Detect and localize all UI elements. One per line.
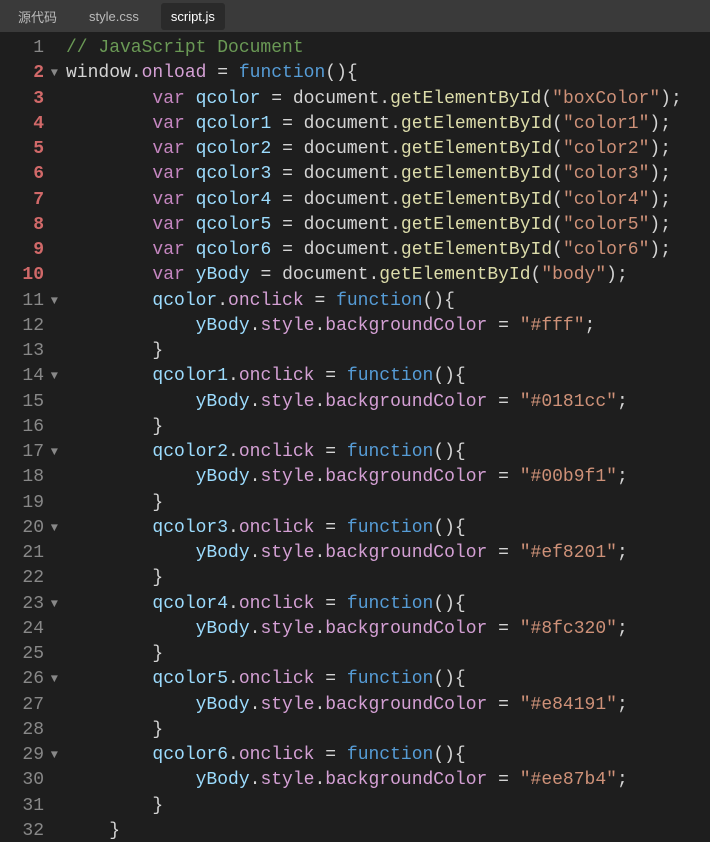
fold-icon[interactable]: ▼: [51, 364, 58, 389]
fold-icon[interactable]: ▼: [51, 61, 58, 86]
line-number: 18: [0, 465, 60, 490]
code-line[interactable]: }: [66, 566, 710, 591]
line-number: 12: [0, 314, 60, 339]
tab-bar: 源代码 style.css script.js: [0, 0, 710, 32]
line-number: 8: [0, 213, 60, 238]
line-number: 13: [0, 339, 60, 364]
line-number: 16: [0, 415, 60, 440]
line-number: 29▼: [0, 743, 60, 768]
line-number: 9: [0, 238, 60, 263]
code-line[interactable]: qcolor5.onclick = function(){: [66, 667, 710, 692]
code-line[interactable]: }: [66, 794, 710, 819]
code-line[interactable]: var qcolor4 = document.getElementById("c…: [66, 188, 710, 213]
code-line[interactable]: qcolor3.onclick = function(){: [66, 516, 710, 541]
code-line[interactable]: var qcolor2 = document.getElementById("c…: [66, 137, 710, 162]
code-line[interactable]: yBody.style.backgroundColor = "#00b9f1";: [66, 465, 710, 490]
line-number: 1: [0, 36, 60, 61]
line-number: 11▼: [0, 289, 60, 314]
line-number: 27: [0, 693, 60, 718]
code-line[interactable]: var qcolor = document.getElementById("bo…: [66, 87, 710, 112]
fold-icon[interactable]: ▼: [51, 592, 58, 617]
code-line[interactable]: qcolor6.onclick = function(){: [66, 743, 710, 768]
line-number: 5: [0, 137, 60, 162]
code-editor[interactable]: 12▼34567891011▼121314▼151617▼181920▼2122…: [0, 32, 710, 842]
line-number: 15: [0, 390, 60, 415]
code-line[interactable]: qcolor2.onclick = function(){: [66, 440, 710, 465]
code-line[interactable]: }: [66, 415, 710, 440]
code-line[interactable]: }: [66, 491, 710, 516]
code-line[interactable]: qcolor4.onclick = function(){: [66, 592, 710, 617]
line-number: 28: [0, 718, 60, 743]
fold-icon[interactable]: ▼: [51, 289, 58, 314]
line-number: 23▼: [0, 592, 60, 617]
line-number: 22: [0, 566, 60, 591]
line-number: 10: [0, 263, 60, 288]
fold-icon[interactable]: ▼: [51, 667, 58, 692]
code-line[interactable]: yBody.style.backgroundColor = "#e84191";: [66, 693, 710, 718]
line-number: 21: [0, 541, 60, 566]
tab-script[interactable]: script.js: [161, 3, 225, 30]
code-line[interactable]: var qcolor6 = document.getElementById("c…: [66, 238, 710, 263]
tab-style[interactable]: style.css: [79, 3, 149, 30]
line-number: 30: [0, 768, 60, 793]
tab-source[interactable]: 源代码: [8, 1, 67, 32]
line-number: 20▼: [0, 516, 60, 541]
code-line[interactable]: yBody.style.backgroundColor = "#ee87b4";: [66, 768, 710, 793]
code-line[interactable]: yBody.style.backgroundColor = "#0181cc";: [66, 390, 710, 415]
line-number: 26▼: [0, 667, 60, 692]
code-area[interactable]: // JavaScript Documentwindow.onload = fu…: [60, 32, 710, 842]
line-number: 32: [0, 819, 60, 842]
line-number: 25: [0, 642, 60, 667]
code-line[interactable]: }: [66, 819, 710, 842]
gutter: 12▼34567891011▼121314▼151617▼181920▼2122…: [0, 32, 60, 842]
line-number: 3: [0, 87, 60, 112]
line-number: 19: [0, 491, 60, 516]
line-number: 2▼: [0, 61, 60, 86]
line-number: 17▼: [0, 440, 60, 465]
code-line[interactable]: qcolor1.onclick = function(){: [66, 364, 710, 389]
code-line[interactable]: var yBody = document.getElementById("bod…: [66, 263, 710, 288]
line-number: 14▼: [0, 364, 60, 389]
code-line[interactable]: var qcolor5 = document.getElementById("c…: [66, 213, 710, 238]
code-line[interactable]: yBody.style.backgroundColor = "#ef8201";: [66, 541, 710, 566]
line-number: 6: [0, 162, 60, 187]
fold-icon[interactable]: ▼: [51, 516, 58, 541]
code-line[interactable]: var qcolor1 = document.getElementById("c…: [66, 112, 710, 137]
fold-icon[interactable]: ▼: [51, 440, 58, 465]
code-line[interactable]: }: [66, 718, 710, 743]
code-line[interactable]: }: [66, 642, 710, 667]
code-line[interactable]: yBody.style.backgroundColor = "#fff";: [66, 314, 710, 339]
line-number: 7: [0, 188, 60, 213]
code-line[interactable]: qcolor.onclick = function(){: [66, 289, 710, 314]
line-number: 24: [0, 617, 60, 642]
line-number: 4: [0, 112, 60, 137]
code-line[interactable]: // JavaScript Document: [66, 36, 710, 61]
fold-icon[interactable]: ▼: [51, 743, 58, 768]
code-line[interactable]: window.onload = function(){: [66, 61, 710, 86]
code-line[interactable]: yBody.style.backgroundColor = "#8fc320";: [66, 617, 710, 642]
code-line[interactable]: }: [66, 339, 710, 364]
code-line[interactable]: var qcolor3 = document.getElementById("c…: [66, 162, 710, 187]
line-number: 31: [0, 794, 60, 819]
